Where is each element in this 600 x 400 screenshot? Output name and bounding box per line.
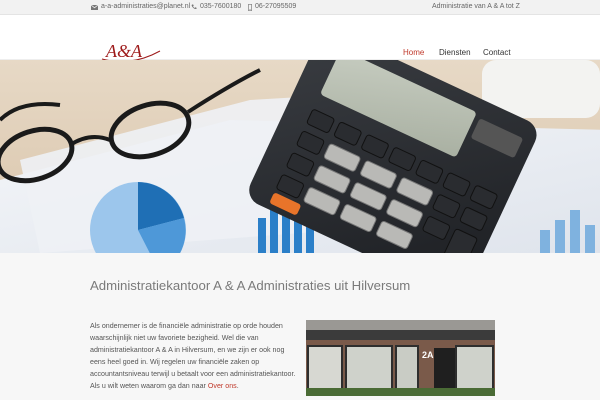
mobile-icon: [248, 3, 252, 11]
intro-end: .: [236, 381, 239, 390]
top-info-bar: a-a-administraties@planet.nl 035-7600180…: [0, 0, 600, 15]
site-header: A&A administraties Home Diensten Contact: [0, 15, 600, 66]
intro-text: Als ondernemer is de financiële administ…: [90, 322, 296, 390]
hero-image: [0, 60, 600, 253]
topbar-email[interactable]: a-a-administraties@planet.nl: [91, 0, 190, 14]
topbar-tagline: Administratie van A & A tot Z: [432, 0, 520, 14]
topbar-phone-text[interactable]: 035-7600180: [200, 0, 241, 14]
office-photo: 2A: [306, 320, 495, 396]
office-building-image: 2A: [306, 320, 495, 396]
phone-icon: [191, 4, 197, 10]
hero-illustration: [0, 60, 600, 253]
envelope-icon: [91, 4, 98, 10]
building-number: 2A: [422, 350, 434, 360]
intro-paragraph: Als ondernemer is de financiële administ…: [90, 321, 300, 392]
nav-home[interactable]: Home: [403, 48, 424, 58]
page-title: Administratiekantoor A & A Administratie…: [90, 278, 411, 293]
topbar-phone[interactable]: 035-7600180: [191, 0, 241, 14]
over-ons-link[interactable]: Over ons: [208, 382, 237, 390]
topbar-email-text[interactable]: a-a-administraties@planet.nl: [101, 0, 190, 14]
topbar-mobile[interactable]: 06-27095509: [248, 0, 296, 14]
topbar-tagline-text: Administratie van A & A tot Z: [432, 3, 520, 10]
nav-diensten[interactable]: Diensten: [439, 48, 471, 58]
nav-contact[interactable]: Contact: [483, 48, 511, 58]
logo-text: A&A: [105, 41, 143, 61]
topbar-mobile-text[interactable]: 06-27095509: [255, 0, 296, 14]
